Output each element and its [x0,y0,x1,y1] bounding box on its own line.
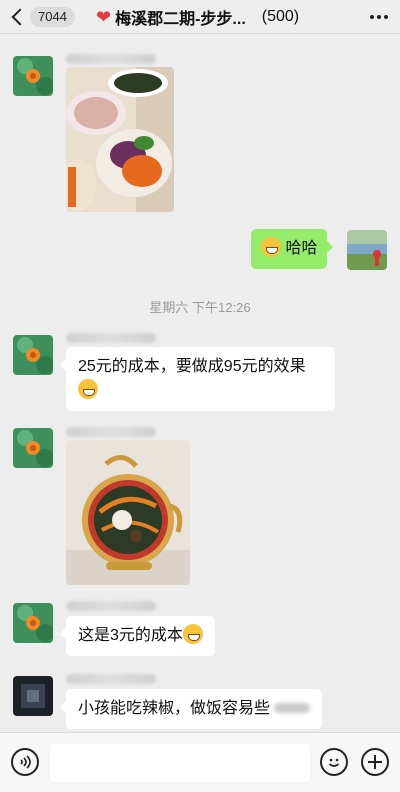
voice-button[interactable] [11,748,39,776]
chat-header: 7044 ❤ 梅溪郡二期-步步... (500) [0,0,400,34]
message-bubble[interactable]: 25元的成本，要做成95元的效果 [60,347,335,411]
sender-name-blurred [66,674,156,684]
member-count: (500) [261,8,300,25]
input-bar [0,732,400,792]
sender-name-blurred [66,601,156,611]
avatar[interactable] [13,428,53,468]
message-bubble[interactable]: 这是3元的成本 [60,616,215,656]
emoji-button[interactable] [320,748,348,776]
message-image[interactable] [66,440,190,585]
message-text: 25元的成本，要做成95元的效果 [78,358,306,375]
avatar[interactable] [13,676,53,716]
blurred-sticker [274,703,311,713]
message-text: 哈哈 [285,240,318,257]
thinking-emoji-icon [182,624,203,644]
avatar[interactable] [13,335,53,375]
chevron-left-icon [11,8,29,26]
chat-title: ❤ 梅溪郡二期-步步... (500) [96,5,299,29]
message-image[interactable] [66,67,174,212]
my-avatar[interactable] [347,230,387,270]
back-button[interactable]: 7044 [10,5,75,29]
timestamp: 星期六 下午12:26 [149,300,251,315]
message-bubble[interactable]: 小孩能吃辣椒，做饭容易些 [59,689,323,729]
emoji-icon [328,758,340,767]
plus-icon [368,755,382,769]
sender-name-blurred [66,54,156,64]
grin-emoji-icon [78,379,98,399]
avatar[interactable] [13,56,53,96]
voice-icon [20,755,31,769]
unread-count-badge: 7044 [30,7,75,27]
my-message-bubble[interactable]: 哈哈 [251,229,334,269]
message-text: 这是3元的成本 [78,627,183,644]
emoji-icon [261,237,281,257]
message-text: 小孩能吃辣椒，做饭容易些 [78,700,271,717]
heart-icon: ❤ [96,7,112,27]
more-button[interactable] [370,8,388,26]
sender-name-blurred [66,333,156,343]
more-icon [370,15,374,19]
group-name: 梅溪郡二期-步步... [115,11,246,28]
sender-name-blurred [66,427,156,437]
avatar[interactable] [13,603,53,643]
message-input[interactable] [50,744,310,782]
add-button[interactable] [361,748,389,776]
